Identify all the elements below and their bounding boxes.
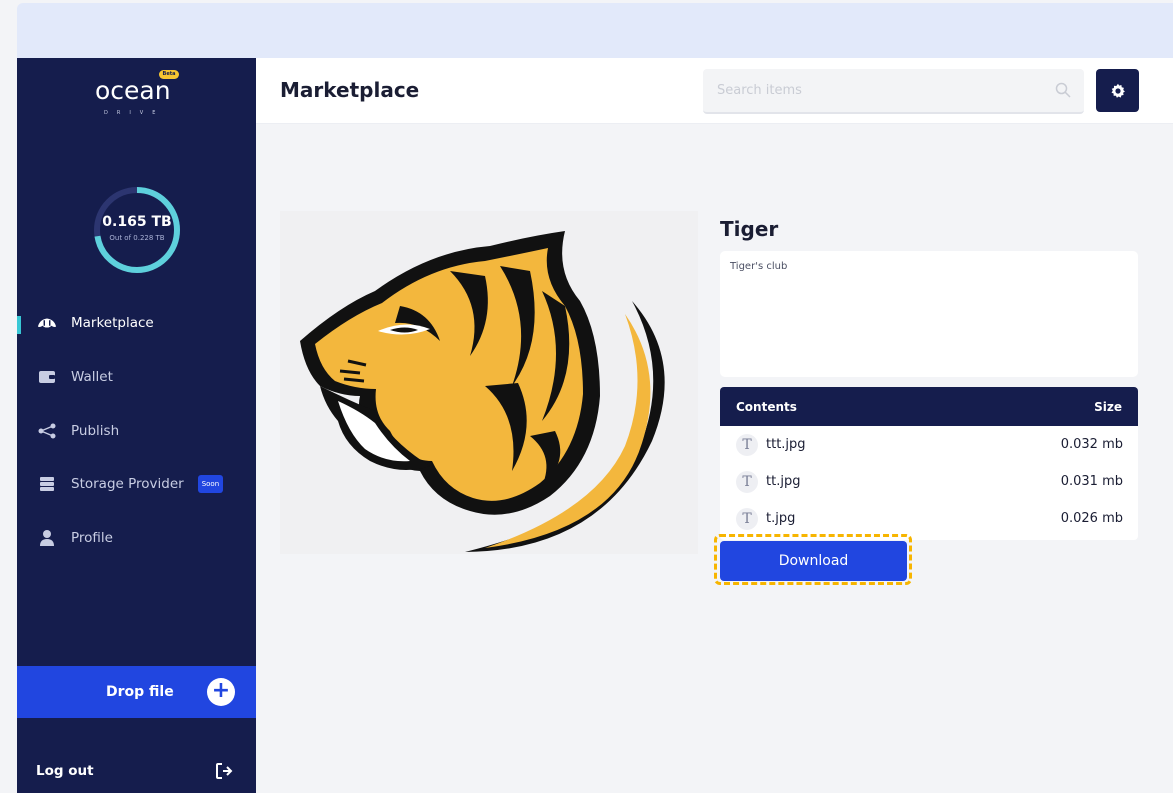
logout-button[interactable]: Log out xyxy=(17,750,256,792)
sidebar-item-profile[interactable]: Profile xyxy=(17,520,256,556)
item-image-panel xyxy=(280,211,698,554)
server-icon xyxy=(37,476,57,492)
file-name: tt.jpg xyxy=(766,474,801,489)
contents-table: Contents Size T ttt.jpg 0.032 mb T tt.jp… xyxy=(720,387,1138,540)
file-size: 0.026 mb xyxy=(1060,511,1123,526)
beta-badge: Beta xyxy=(159,70,179,79)
tiger-mask-icon xyxy=(37,315,57,331)
item-title: Tiger xyxy=(720,217,779,241)
wallet-icon xyxy=(37,369,57,385)
logo-word: ocean xyxy=(95,76,171,105)
sidebar-item-label: Profile xyxy=(71,530,113,546)
contents-column-header: Contents xyxy=(736,399,797,414)
file-size: 0.032 mb xyxy=(1060,437,1123,452)
plus-icon[interactable]: + xyxy=(207,678,235,706)
page-title: Marketplace xyxy=(280,78,420,102)
sidebar-item-wallet[interactable]: Wallet xyxy=(17,359,256,395)
file-name: ttt.jpg xyxy=(766,437,806,452)
file-size: 0.031 mb xyxy=(1060,474,1123,489)
logout-icon[interactable] xyxy=(215,762,233,780)
search-input[interactable] xyxy=(703,69,1033,112)
storage-used-value: 0.165 TB xyxy=(102,214,172,230)
search-box[interactable] xyxy=(703,69,1084,114)
sidebar: ocean DRIVE Beta 0.165 TB Out of 0.228 T… xyxy=(17,58,256,793)
contents-table-header: Contents Size xyxy=(720,387,1138,426)
size-column-header: Size xyxy=(1094,399,1122,414)
text-file-icon: T xyxy=(736,433,758,456)
sidebar-item-marketplace[interactable]: Marketplace xyxy=(17,305,256,341)
top-banner xyxy=(17,3,1173,58)
top-header: Marketplace xyxy=(256,58,1173,124)
sidebar-item-label: Marketplace xyxy=(71,315,154,331)
user-icon xyxy=(37,530,57,546)
sidebar-item-storage-provider[interactable]: Storage Provider Soon xyxy=(17,466,256,502)
download-button[interactable]: Download xyxy=(720,541,907,581)
gear-icon xyxy=(1111,83,1125,98)
file-name: t.jpg xyxy=(766,511,796,526)
table-row[interactable]: T tt.jpg 0.031 mb xyxy=(720,463,1138,500)
search-icon[interactable] xyxy=(1055,82,1071,98)
text-file-icon: T xyxy=(736,470,758,493)
drop-file-label: Drop file xyxy=(106,684,174,700)
text-file-icon: T xyxy=(736,507,758,530)
soon-badge: Soon xyxy=(197,475,224,493)
sidebar-item-label: Wallet xyxy=(71,369,113,385)
settings-button[interactable] xyxy=(1096,69,1139,112)
storage-total-value: Out of 0.228 TB xyxy=(109,234,165,242)
table-row[interactable]: T t.jpg 0.026 mb xyxy=(720,500,1138,537)
logout-label: Log out xyxy=(36,763,94,779)
drop-file-button[interactable]: Drop file + xyxy=(17,666,256,718)
ocean-drive-logo[interactable]: ocean DRIVE Beta xyxy=(95,70,185,116)
logo-subtitle: DRIVE xyxy=(104,110,165,116)
sidebar-item-label: Publish xyxy=(71,423,120,439)
table-row[interactable]: T ttt.jpg 0.032 mb xyxy=(720,426,1138,463)
storage-usage-ring xyxy=(94,187,180,273)
item-description: Tiger's club xyxy=(720,251,1138,377)
share-icon xyxy=(37,423,57,439)
sidebar-item-label: Storage Provider xyxy=(71,476,184,492)
tiger-logo-image xyxy=(300,231,665,552)
sidebar-item-publish[interactable]: Publish xyxy=(17,413,256,449)
